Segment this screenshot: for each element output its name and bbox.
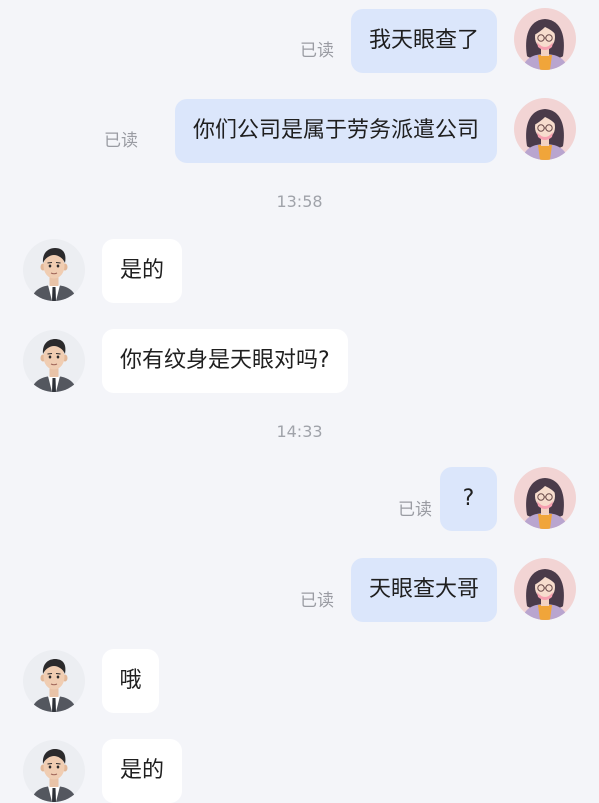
message-row: 哦 bbox=[0, 648, 599, 714]
read-receipt: 已读 bbox=[104, 131, 138, 151]
message-row: 你有纹身是天眼对吗? bbox=[0, 328, 599, 394]
man-avatar-icon[interactable] bbox=[23, 330, 85, 392]
message-bubble-incoming[interactable]: 是的 bbox=[102, 739, 183, 803]
message-bubble-incoming[interactable]: 哦 bbox=[102, 649, 159, 713]
timestamp: 14:33 bbox=[276, 422, 323, 441]
man-avatar-icon[interactable] bbox=[23, 650, 85, 712]
chat-message-list[interactable]: 已读 我天眼查了 已读 你们公司是属于劳务派遣公司 13:58 是的 你有纹身是… bbox=[0, 0, 599, 803]
woman-avatar-icon[interactable] bbox=[514, 558, 576, 620]
message-bubble-outgoing[interactable]: ? bbox=[440, 467, 497, 531]
message-row: 是的 bbox=[0, 737, 599, 803]
message-bubble-incoming[interactable]: 你有纹身是天眼对吗? bbox=[102, 329, 348, 393]
message-row: 已读 ? bbox=[0, 466, 599, 532]
woman-avatar-icon[interactable] bbox=[514, 98, 576, 160]
message-row: 是的 bbox=[0, 238, 599, 304]
read-receipt: 已读 bbox=[300, 591, 334, 611]
read-receipt: 已读 bbox=[398, 500, 432, 520]
man-avatar-icon[interactable] bbox=[23, 740, 85, 802]
man-avatar-icon[interactable] bbox=[23, 239, 85, 301]
message-bubble-outgoing[interactable]: 天眼查大哥 bbox=[350, 558, 497, 622]
message-row: 已读 我天眼查了 bbox=[0, 8, 599, 74]
message-row: 已读 你们公司是属于劳务派遣公司 bbox=[0, 98, 599, 164]
timestamp: 13:58 bbox=[276, 192, 323, 211]
message-bubble-outgoing[interactable]: 你们公司是属于劳务派遣公司 bbox=[174, 99, 497, 163]
message-row: 已读 天眼查大哥 bbox=[0, 557, 599, 623]
message-bubble-incoming[interactable]: 是的 bbox=[102, 239, 183, 303]
woman-avatar-icon[interactable] bbox=[514, 8, 576, 70]
message-bubble-outgoing[interactable]: 我天眼查了 bbox=[350, 9, 497, 73]
read-receipt: 已读 bbox=[300, 41, 334, 61]
woman-avatar-icon[interactable] bbox=[514, 467, 576, 529]
